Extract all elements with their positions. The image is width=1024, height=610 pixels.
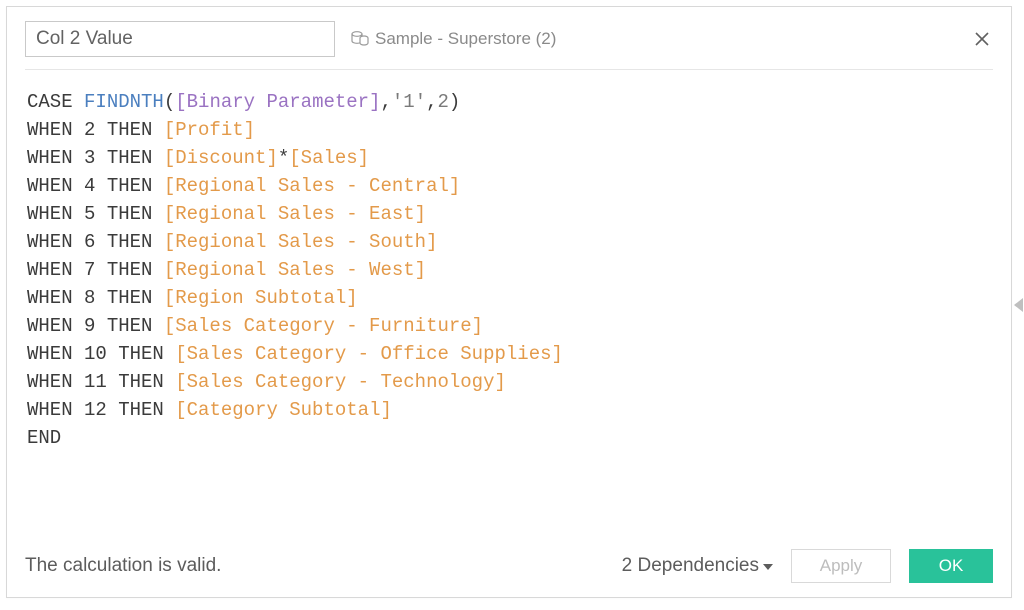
calculation-name-input[interactable]: [25, 21, 335, 57]
formula-line: WHEN 12 THEN [Category Subtotal]: [27, 396, 991, 424]
token-kw: WHEN 4 THEN: [27, 175, 164, 197]
token-kw: WHEN 10 THEN: [27, 343, 175, 365]
apply-button[interactable]: Apply: [791, 549, 891, 583]
formula-line: WHEN 11 THEN [Sales Category - Technolog…: [27, 368, 991, 396]
token-kw: CASE: [27, 91, 84, 113]
token-op: (: [164, 91, 175, 113]
token-field: [Regional Sales - East]: [164, 203, 426, 225]
formula-line: WHEN 5 THEN [Regional Sales - East]: [27, 200, 991, 228]
dependencies-dropdown[interactable]: 2 Dependencies: [622, 555, 773, 577]
token-kw: WHEN 9 THEN: [27, 315, 164, 337]
chevron-down-icon: [763, 564, 773, 570]
token-field: [Category Subtotal]: [175, 399, 392, 421]
formula-line: CASE FINDNTH([Binary Parameter],'1',2): [27, 88, 991, 116]
formula-line: END: [27, 424, 991, 452]
token-field: [Profit]: [164, 119, 255, 141]
token-field: [Discount]: [164, 147, 278, 169]
token-op: ): [449, 91, 460, 113]
formula-line: WHEN 3 THEN [Discount]*[Sales]: [27, 144, 991, 172]
token-field: [Region Subtotal]: [164, 287, 358, 309]
datasource-label: Sample - Superstore (2): [375, 29, 556, 49]
token-kw: WHEN 7 THEN: [27, 259, 164, 281]
token-kw: WHEN 12 THEN: [27, 399, 175, 421]
token-op: ,: [380, 91, 391, 113]
token-field: [Regional Sales - West]: [164, 259, 426, 281]
footer-row: The calculation is valid. 2 Dependencies…: [25, 543, 993, 583]
token-kw: WHEN 5 THEN: [27, 203, 164, 225]
token-param: [Binary Parameter]: [175, 91, 380, 113]
ok-button[interactable]: OK: [909, 549, 993, 583]
formula-line: WHEN 4 THEN [Regional Sales - Central]: [27, 172, 991, 200]
dependencies-label: 2 Dependencies: [622, 555, 759, 577]
token-field: [Sales]: [289, 147, 369, 169]
token-field: [Regional Sales - Central]: [164, 175, 460, 197]
panel-expand-handle[interactable]: [1014, 298, 1023, 312]
token-field: [Sales Category - Office Supplies]: [175, 343, 563, 365]
formula-editor[interactable]: CASE FINDNTH([Binary Parameter],'1',2)WH…: [25, 70, 993, 535]
token-fn: FINDNTH: [84, 91, 164, 113]
token-kw: WHEN 11 THEN: [27, 371, 175, 393]
token-lit: '1': [392, 91, 426, 113]
token-kw: END: [27, 427, 61, 449]
token-kw: WHEN 8 THEN: [27, 287, 164, 309]
datasource-selector[interactable]: Sample - Superstore (2): [351, 29, 556, 49]
calculation-editor-dialog: Sample - Superstore (2) CASE FINDNTH([Bi…: [6, 6, 1012, 598]
validation-status: The calculation is valid.: [25, 555, 221, 577]
token-field: [Sales Category - Technology]: [175, 371, 506, 393]
formula-line: WHEN 6 THEN [Regional Sales - South]: [27, 228, 991, 256]
token-op: *: [278, 147, 289, 169]
datasource-icon: [351, 31, 369, 47]
close-icon: [974, 31, 990, 47]
token-kw: WHEN 6 THEN: [27, 231, 164, 253]
token-kw: WHEN 2 THEN: [27, 119, 164, 141]
header-row: Sample - Superstore (2): [25, 21, 993, 70]
formula-line: WHEN 10 THEN [Sales Category - Office Su…: [27, 340, 991, 368]
formula-line: WHEN 7 THEN [Regional Sales - West]: [27, 256, 991, 284]
token-field: [Regional Sales - South]: [164, 231, 438, 253]
formula-line: WHEN 9 THEN [Sales Category - Furniture]: [27, 312, 991, 340]
token-kw: WHEN 3 THEN: [27, 147, 164, 169]
token-op: ,: [426, 91, 437, 113]
token-lit: 2: [438, 91, 449, 113]
token-field: [Sales Category - Furniture]: [164, 315, 483, 337]
close-button[interactable]: [971, 28, 993, 50]
formula-line: WHEN 2 THEN [Profit]: [27, 116, 991, 144]
formula-line: WHEN 8 THEN [Region Subtotal]: [27, 284, 991, 312]
